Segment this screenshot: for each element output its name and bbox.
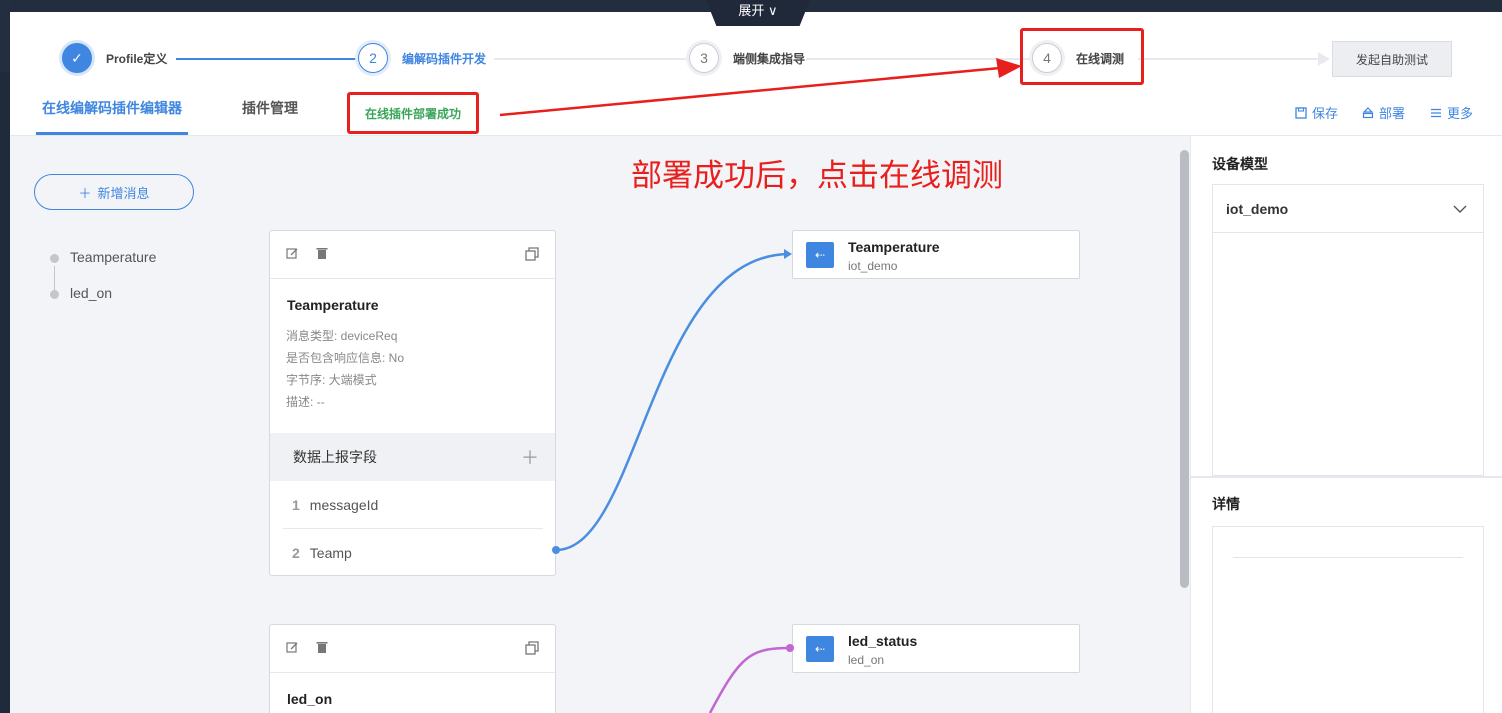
fields-header-label: 数据上报字段 xyxy=(293,449,377,465)
editor-canvas: 部署成功后，点击在线调测 ＋ 新增消息 Teamperature led_on … xyxy=(10,136,1185,713)
expand-toggle[interactable]: 展开 ∨ xyxy=(706,0,810,26)
step-connector-4 xyxy=(1138,58,1320,60)
field-number: 2 xyxy=(292,545,300,561)
step-connector-2 xyxy=(494,58,690,60)
detail-title: 详情 xyxy=(1212,496,1240,512)
device-model-select[interactable]: iot_demo xyxy=(1212,184,1484,233)
message-title: Teamperature xyxy=(287,297,379,313)
add-message-button[interactable]: ＋ 新增消息 xyxy=(34,174,194,210)
step-connector-1 xyxy=(176,58,360,60)
annotation-text: 部署成功后，点击在线调测 xyxy=(631,158,1003,193)
copy-icon[interactable] xyxy=(525,641,539,655)
message-title: led_on xyxy=(287,691,333,707)
step-label: 端侧集成指导 xyxy=(733,51,806,66)
property-service: iot_demo xyxy=(848,259,898,273)
field-row[interactable]: 1 messageId xyxy=(283,481,543,529)
left-dark-edge xyxy=(0,0,10,72)
app-window: ✓ Profile定义 2 编解码插件开发 3 端侧集成指导 4 在线调测 发起… xyxy=(10,12,1502,713)
save-icon xyxy=(1295,106,1307,119)
step-label: Profile定义 xyxy=(106,51,168,66)
save-label: 保存 xyxy=(1312,106,1339,121)
step-codec-dev[interactable]: 2 编解码插件开发 xyxy=(358,42,486,74)
expand-label: 展开 xyxy=(738,3,765,18)
add-message-label: 新增消息 xyxy=(97,185,150,201)
deploy-label: 部署 xyxy=(1379,106,1406,121)
field-name: messageId xyxy=(309,496,379,513)
property-arrow-icon: ⇠ xyxy=(806,636,834,662)
message-list-item[interactable]: Teamperature xyxy=(70,249,156,265)
mapping-line xyxy=(555,252,791,552)
step-connector-3 xyxy=(806,58,1032,60)
device-model-list xyxy=(1212,232,1484,476)
deploy-button[interactable]: 部署 xyxy=(1362,103,1405,122)
card-toolbar xyxy=(270,231,555,279)
detail-divider xyxy=(1233,557,1463,558)
step-arrow-icon xyxy=(1318,52,1330,66)
mapping-arrow xyxy=(784,249,792,259)
tab-plugin-manage[interactable]: 插件管理 xyxy=(242,98,298,118)
field-name: Teamp xyxy=(309,545,352,561)
message-card[interactable]: Teamperature 消息类型: deviceReq 是否包含响应信息: N… xyxy=(269,230,556,576)
start-self-test-button[interactable]: 发起自助测试 xyxy=(1332,41,1452,77)
property-title: Teamperature xyxy=(848,239,940,255)
edit-icon[interactable] xyxy=(286,641,300,655)
property-title: led_status xyxy=(848,633,918,649)
save-button[interactable]: 保存 xyxy=(1295,103,1338,122)
list-dot-icon xyxy=(50,254,59,263)
message-meta: 消息类型: deviceReq 是否包含响应信息: No 字节序: 大端模式 描… xyxy=(270,325,555,413)
deploy-icon xyxy=(1362,106,1374,119)
property-arrow-icon: ⇠ xyxy=(806,242,834,268)
list-dot-icon xyxy=(50,290,59,299)
more-button[interactable]: 更多 xyxy=(1430,103,1473,122)
step4-highlight-box xyxy=(1020,28,1144,85)
field-row[interactable]: 2 Teamp xyxy=(283,529,543,577)
canvas-scrollbar[interactable] xyxy=(1180,150,1189,588)
delete-icon[interactable] xyxy=(316,247,330,261)
step-device-integration[interactable]: 3 端侧集成指导 xyxy=(689,42,805,74)
menu-icon xyxy=(1430,107,1442,119)
add-field-icon[interactable]: ＋ xyxy=(521,444,539,470)
check-icon: ✓ xyxy=(62,43,92,73)
step-profile[interactable]: ✓ Profile定义 xyxy=(62,42,167,74)
copy-icon[interactable] xyxy=(525,247,539,261)
detail-box xyxy=(1212,526,1484,713)
step-number: 2 xyxy=(358,43,388,73)
card-toolbar xyxy=(270,625,555,673)
meta-line: 字节序: 大端模式 xyxy=(286,373,377,387)
device-model-value: iot_demo xyxy=(1226,201,1289,217)
step-number: 3 xyxy=(689,43,719,73)
chevron-down-icon xyxy=(1453,201,1467,217)
right-panel: 设备模型 iot_demo 详情 xyxy=(1190,136,1502,713)
meta-line: 是否包含响应信息: No xyxy=(286,351,405,365)
page-header: ✓ Profile定义 2 编解码插件开发 3 端侧集成指导 4 在线调测 发起… xyxy=(10,12,1502,136)
tab-online-editor[interactable]: 在线编解码插件编辑器 xyxy=(42,98,182,118)
property-service: led_on xyxy=(848,653,885,667)
meta-line: 消息类型: deviceReq xyxy=(286,329,398,343)
message-list-item[interactable]: led_on xyxy=(70,285,112,301)
mapping-line xyxy=(708,646,791,713)
field-number: 1 xyxy=(292,496,300,513)
deploy-success-message: 在线插件部署成功 xyxy=(347,92,479,134)
property-card[interactable]: ⇠ led_status led_on xyxy=(792,624,1080,673)
panel-divider xyxy=(1191,476,1502,478)
property-card[interactable]: ⇠ Teamperature iot_demo xyxy=(792,230,1080,279)
edit-icon[interactable] xyxy=(286,247,300,261)
meta-line: 描述: -- xyxy=(286,395,325,409)
active-tab-underline xyxy=(36,132,188,135)
step-label: 编解码插件开发 xyxy=(402,51,487,66)
device-model-title: 设备模型 xyxy=(1212,156,1268,172)
plus-icon: ＋ xyxy=(78,185,92,201)
chevron-down-icon: ∨ xyxy=(764,3,778,18)
fields-header: 数据上报字段 ＋ xyxy=(270,433,555,481)
more-label: 更多 xyxy=(1447,106,1474,121)
message-card[interactable]: led_on xyxy=(269,624,556,713)
delete-icon[interactable] xyxy=(316,641,330,655)
